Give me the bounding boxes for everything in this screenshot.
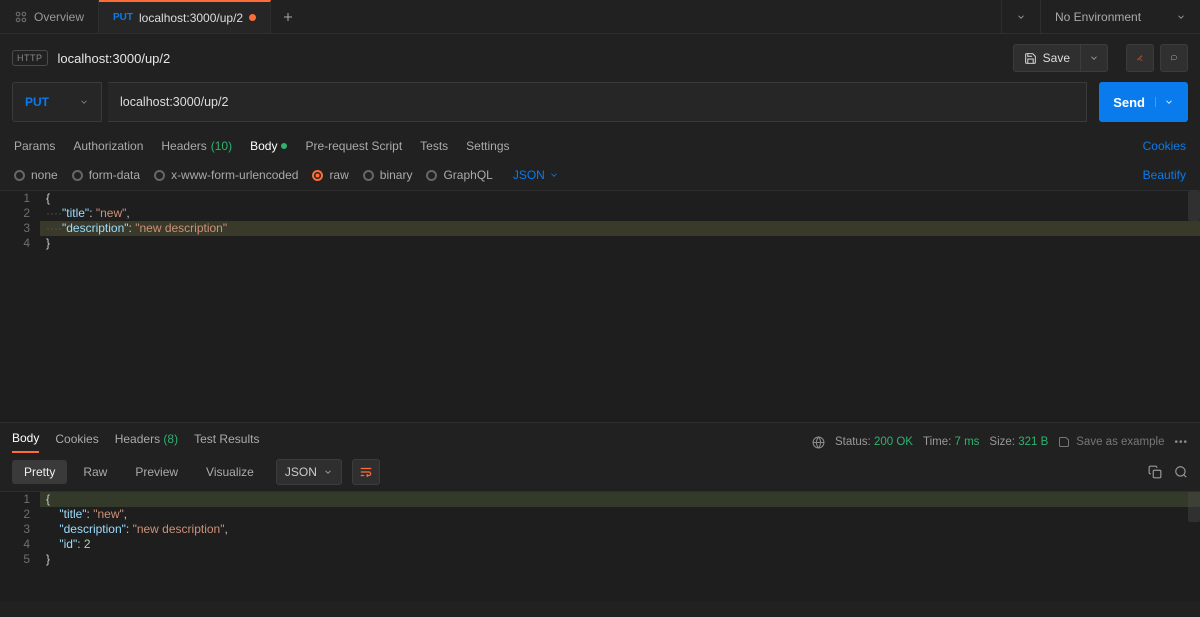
size-value: 321 B: [1018, 436, 1048, 448]
globe-icon[interactable]: [812, 436, 825, 449]
bodytype-binary[interactable]: binary: [363, 168, 413, 182]
save-button-group: Save: [1013, 44, 1108, 72]
http-badge: HTTP: [12, 50, 48, 66]
format-visualize[interactable]: Visualize: [194, 460, 266, 484]
chevron-down-icon: [79, 97, 89, 107]
chevron-down-icon: [1016, 12, 1026, 22]
url-input[interactable]: [108, 82, 1087, 122]
tab-overview-label: Overview: [34, 10, 84, 24]
format-preview[interactable]: Preview: [123, 460, 190, 484]
request-subtabs: Params Authorization Headers (10) Body P…: [0, 132, 1200, 160]
send-options[interactable]: [1155, 97, 1174, 107]
bodytype-xwww[interactable]: x-www-form-urlencoded: [154, 168, 298, 182]
raw-format-select[interactable]: JSON: [513, 168, 559, 182]
send-label: Send: [1113, 95, 1145, 110]
plus-icon: [282, 11, 294, 23]
format-raw[interactable]: Raw: [71, 460, 119, 484]
environment-label: No Environment: [1055, 10, 1141, 24]
bodytype-graphql[interactable]: GraphQL: [426, 168, 492, 182]
tab-params[interactable]: Params: [14, 139, 55, 153]
response-tab-headers[interactable]: Headers (8): [115, 432, 178, 452]
editor-scrollbar[interactable]: [1188, 191, 1200, 221]
unsaved-dot-icon: [249, 14, 256, 21]
bodytype-none[interactable]: none: [14, 168, 58, 182]
response-tabs: Body Cookies Headers (8) Test Results St…: [0, 422, 1200, 453]
chevron-down-icon: [323, 467, 333, 477]
bodytype-formdata[interactable]: form-data: [72, 168, 140, 182]
save-options-button[interactable]: [1081, 44, 1108, 72]
response-headers-count: (8): [163, 432, 178, 446]
copy-icon[interactable]: [1148, 465, 1162, 479]
chevron-down-icon: [1089, 53, 1099, 63]
add-tab-button[interactable]: [271, 0, 305, 33]
response-tab-testresults[interactable]: Test Results: [194, 432, 259, 452]
beautify-button[interactable]: Beautify: [1143, 168, 1186, 182]
status-value: 200 OK: [874, 436, 913, 448]
response-format-row: Pretty Raw Preview Visualize JSON: [0, 453, 1200, 491]
top-tabbar: Overview PUT localhost:3000/up/2 No Envi…: [0, 0, 1200, 34]
tab-request-active[interactable]: PUT localhost:3000/up/2: [99, 0, 271, 33]
wrap-lines-button[interactable]: [352, 459, 380, 485]
response-more-button[interactable]: •••: [1174, 437, 1188, 448]
search-icon[interactable]: [1174, 465, 1188, 479]
url-row: PUT Send: [0, 82, 1200, 132]
tab-title: localhost:3000/up/2: [139, 11, 243, 25]
tab-body[interactable]: Body: [250, 139, 287, 153]
request-header-row: HTTP localhost:3000/up/2 Save: [0, 34, 1200, 82]
save-as-example-button[interactable]: Save as example: [1058, 436, 1164, 448]
tab-method-badge: PUT: [113, 12, 133, 23]
response-body-viewer[interactable]: 1{ 2 "title": "new", 3 "description": "n…: [0, 491, 1200, 601]
headers-count: (10): [211, 139, 232, 153]
tab-settings[interactable]: Settings: [466, 139, 509, 153]
tab-authorization[interactable]: Authorization: [73, 139, 143, 153]
response-lang-select[interactable]: JSON: [276, 459, 342, 485]
body-active-dot-icon: [281, 143, 287, 149]
tab-prerequest[interactable]: Pre-request Script: [305, 139, 402, 153]
response-meta: Status: 200 OK Time: 7 ms Size: 321 B Sa…: [812, 436, 1188, 449]
time-value: 7 ms: [955, 436, 980, 448]
chevron-down-icon: [1176, 12, 1186, 22]
body-type-row: none form-data x-www-form-urlencoded raw…: [0, 160, 1200, 190]
tab-history-chevron[interactable]: [1001, 0, 1040, 33]
comments-button[interactable]: [1160, 44, 1188, 72]
method-value: PUT: [25, 95, 49, 109]
chevron-down-icon: [1164, 97, 1174, 107]
cookies-link[interactable]: Cookies: [1143, 139, 1186, 153]
save-button[interactable]: Save: [1013, 44, 1081, 72]
edit-button[interactable]: [1126, 44, 1154, 72]
overview-icon: [14, 10, 28, 24]
method-select[interactable]: PUT: [12, 82, 102, 122]
comment-icon: [1171, 51, 1177, 65]
save-label: Save: [1043, 51, 1070, 65]
tab-overview[interactable]: Overview: [0, 0, 99, 33]
request-title: localhost:3000/up/2: [58, 51, 171, 66]
request-body-editor[interactable]: 1{ 2····"title": "new", 3····"descriptio…: [0, 190, 1200, 422]
tab-headers[interactable]: Headers (10): [161, 139, 232, 153]
save-icon: [1058, 436, 1070, 448]
environment-select[interactable]: No Environment: [1040, 0, 1200, 33]
tab-tests[interactable]: Tests: [420, 139, 448, 153]
wrap-icon: [359, 465, 373, 479]
save-icon: [1024, 52, 1037, 65]
response-tab-cookies[interactable]: Cookies: [55, 432, 98, 452]
chevron-down-icon: [549, 170, 559, 180]
response-tab-body[interactable]: Body: [12, 431, 39, 453]
bodytype-raw[interactable]: raw: [312, 168, 348, 182]
editor-scrollbar[interactable]: [1188, 492, 1200, 522]
send-button[interactable]: Send: [1099, 82, 1188, 122]
pencil-icon: [1137, 51, 1143, 65]
format-pretty[interactable]: Pretty: [12, 460, 67, 484]
